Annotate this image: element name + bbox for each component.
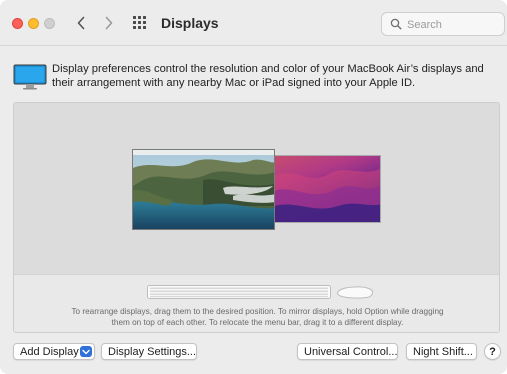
displays-window: Displays Display preferences control the… <box>0 0 507 374</box>
add-display-label: Add Display <box>20 345 79 358</box>
show-all-button[interactable] <box>132 15 148 31</box>
arrangement-instructions: To rearrange displays, drag them to the … <box>14 306 499 328</box>
main-display-thumbnail[interactable] <box>132 149 275 230</box>
keyboard-icon <box>147 285 331 299</box>
menu-bar-indicator[interactable] <box>133 150 274 155</box>
chevron-right-icon <box>105 16 113 30</box>
display-arrangement-area: To rearrange displays, drag them to the … <box>13 102 500 333</box>
search-field[interactable] <box>381 12 505 36</box>
display-icon <box>13 64 47 90</box>
forward-button[interactable] <box>98 12 120 34</box>
chevron-down-icon <box>82 349 90 354</box>
display-settings-button[interactable]: Display Settings... <box>101 343 197 360</box>
big-sur-wallpaper <box>133 150 274 229</box>
description-text: Display preferences control the resoluti… <box>52 63 484 89</box>
search-input[interactable] <box>407 16 499 33</box>
monterey-wallpaper <box>274 168 380 222</box>
instructions-line-1: To rearrange displays, drag them to the … <box>71 307 444 316</box>
zoom-button[interactable] <box>44 18 55 29</box>
chevron-left-icon <box>77 16 85 30</box>
back-button[interactable] <box>70 12 92 34</box>
instructions-line-2: them on top of each other. To relocate t… <box>111 318 404 327</box>
help-button[interactable]: ? <box>484 343 501 360</box>
add-display-button[interactable]: Add Display <box>13 343 95 360</box>
window-title: Displays <box>161 15 219 31</box>
secondary-display-thumbnail[interactable] <box>273 155 381 223</box>
universal-control-button[interactable]: Universal Control... <box>297 343 398 360</box>
search-icon <box>390 18 402 30</box>
night-shift-button[interactable]: Night Shift... <box>406 343 477 360</box>
title-bar: Displays <box>0 0 507 46</box>
close-button[interactable] <box>12 18 23 29</box>
mouse-icon <box>336 286 373 299</box>
minimize-button[interactable] <box>28 18 39 29</box>
add-display-menu-button[interactable] <box>80 346 92 357</box>
